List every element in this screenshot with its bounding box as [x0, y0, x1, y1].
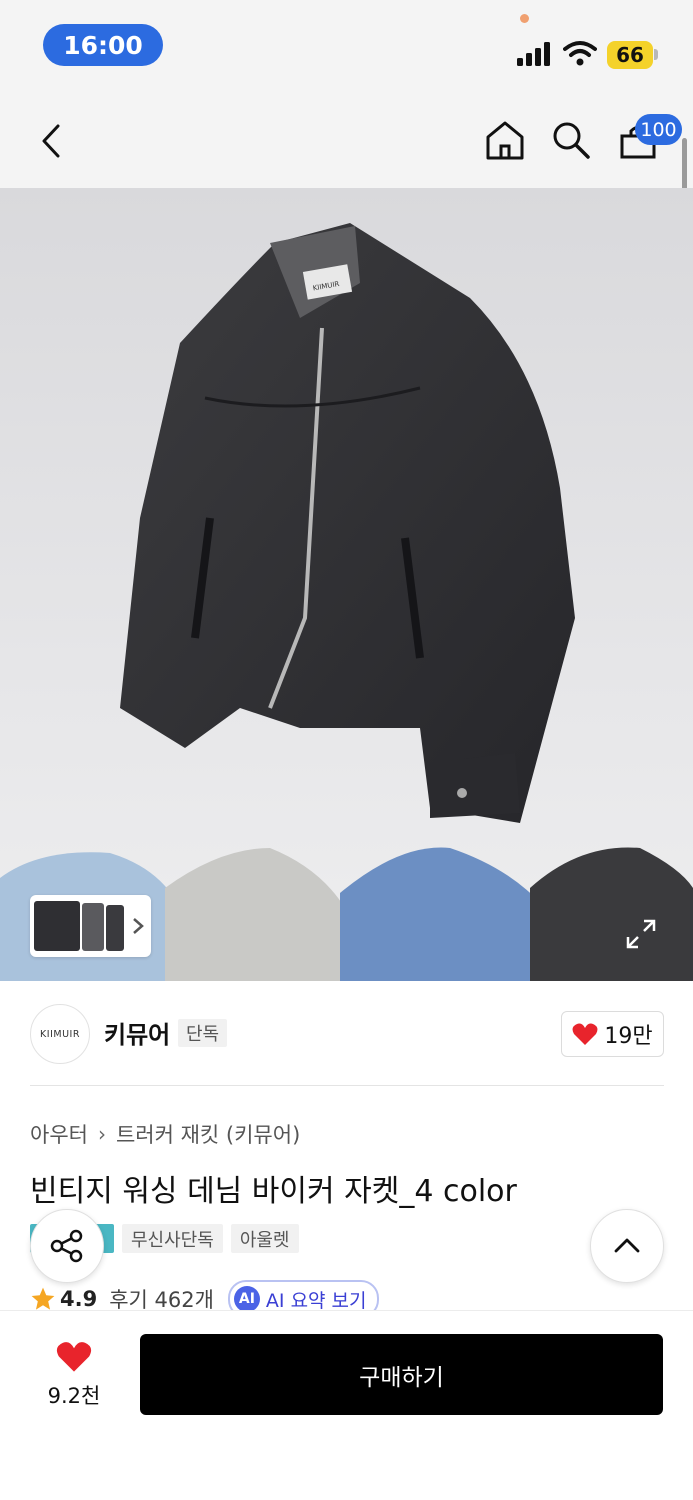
brand-logo[interactable]: KIIMUIR [30, 1004, 90, 1064]
breadcrumb: 아우터 › 트러커 재킷 (키뮤어) [30, 1119, 300, 1149]
thumbnail-preview-icon [34, 901, 144, 951]
ai-summary-label: AI 요약 보기 [265, 1289, 367, 1312]
exclusive-badge: 단독 [178, 1019, 228, 1047]
product-image[interactable]: KIIMUIR [0, 188, 693, 981]
color-thumbnail-selector[interactable] [30, 895, 151, 957]
scroll-to-top-button[interactable] [590, 1209, 664, 1283]
breadcrumb-category[interactable]: 아우터 [30, 1119, 88, 1149]
share-icon [50, 1229, 83, 1263]
divider [30, 1085, 664, 1086]
buy-button[interactable]: 구매하기 [140, 1334, 663, 1415]
review-count-link[interactable]: 후기 462개 [109, 1284, 214, 1314]
rating-row: 4.9 후기 462개 AI AI 요약 보기 [30, 1280, 379, 1318]
search-icon[interactable] [551, 120, 591, 160]
heart-icon [572, 1023, 598, 1045]
product-title: 빈티지 워싱 데님 바이커 자켓_4 color [30, 1174, 517, 1209]
share-button[interactable] [30, 1209, 104, 1283]
chevron-up-icon [614, 1238, 640, 1253]
cellular-signal-icon [517, 42, 550, 66]
brand-name[interactable]: 키뮤어 [104, 1015, 170, 1050]
jacket-illustration: KIIMUIR [0, 223, 693, 981]
back-arrow-icon[interactable] [38, 122, 66, 160]
brand-like-count: 19만 [604, 1024, 653, 1049]
brand-like-button[interactable]: 19만 [561, 1011, 664, 1057]
battery-level: 66 [607, 41, 653, 69]
wifi-icon [563, 41, 597, 66]
chevron-right-icon: › [97, 1122, 106, 1146]
tag-outlet: 아울렛 [230, 1224, 299, 1253]
cart-count-badge: 100 [635, 114, 682, 145]
expand-icon[interactable] [620, 913, 662, 955]
privacy-indicator-dot [520, 14, 529, 23]
tag-musinsa-exclusive: 무신사단독 [122, 1224, 223, 1253]
product-like-count: 9.2천 [47, 1384, 101, 1408]
like-heart-icon[interactable] [55, 1340, 93, 1373]
status-time: 16:00 [43, 24, 163, 66]
battery-tip [654, 49, 658, 60]
ai-icon: AI [233, 1286, 260, 1312]
rating-score: 4.9 [60, 1287, 98, 1311]
star-icon [31, 1287, 55, 1310]
home-icon[interactable] [484, 119, 526, 161]
breadcrumb-subcategory[interactable]: 트러커 재킷 (키뮤어) [116, 1119, 300, 1149]
